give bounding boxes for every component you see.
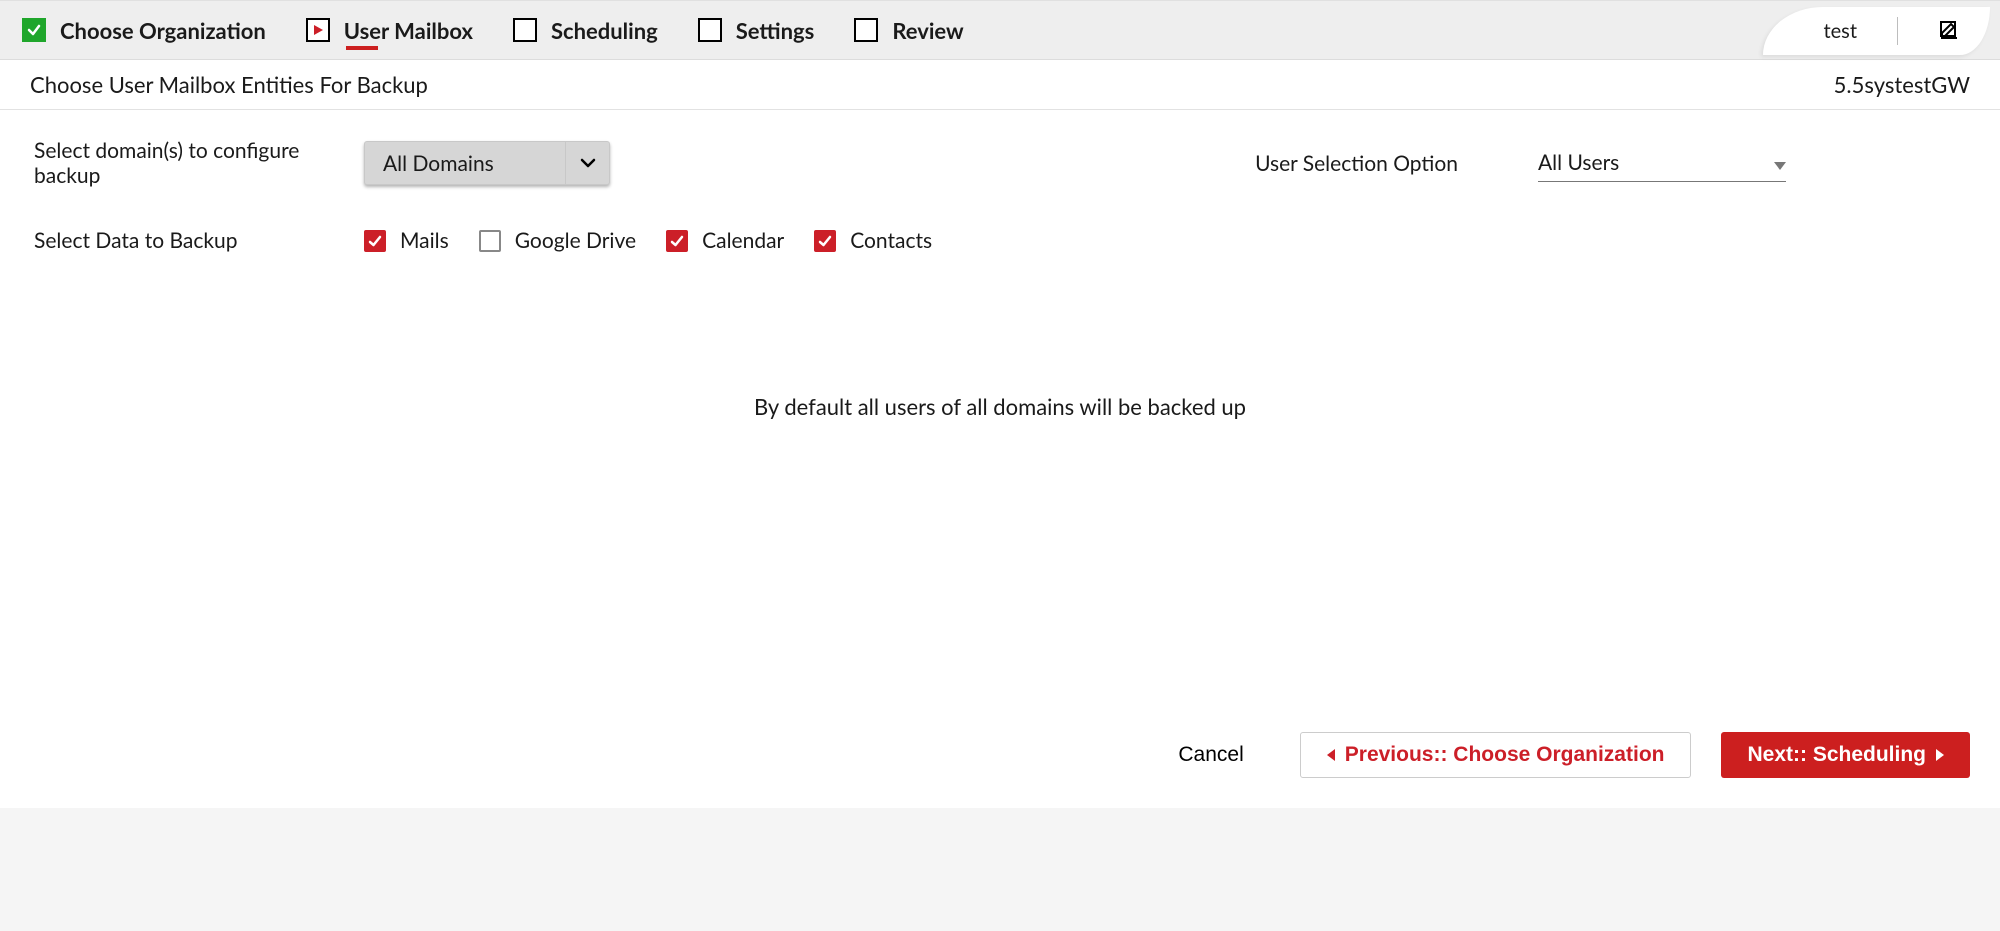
check-google-drive[interactable]: Google Drive — [479, 228, 636, 253]
page-title: Choose User Mailbox Entities For Backup — [30, 71, 428, 98]
default-note: By default all users of all domains will… — [34, 393, 1966, 420]
step-review[interactable]: Review — [854, 17, 963, 44]
check-label: Google Drive — [515, 228, 636, 253]
empty-box-icon — [698, 18, 722, 42]
check-contacts[interactable]: Contacts — [814, 228, 932, 253]
step-scheduling[interactable]: Scheduling — [513, 17, 658, 44]
empty-box-icon — [513, 18, 537, 42]
instance-id: 5.5systestGW — [1834, 71, 1970, 98]
step-user-mailbox[interactable]: User Mailbox — [306, 17, 473, 44]
step-label: Choose Organization — [60, 17, 266, 44]
chevron-left-icon — [1327, 743, 1335, 767]
instance-tab: test — [1763, 1, 1990, 61]
chevron-down-icon — [565, 142, 609, 184]
check-calendar[interactable]: Calendar — [666, 228, 784, 253]
cancel-button[interactable]: Cancel — [1152, 732, 1269, 778]
checkbox-icon — [479, 230, 501, 252]
checkbox-icon — [666, 230, 688, 252]
next-button[interactable]: Next:: Scheduling — [1721, 732, 1970, 778]
check-label: Contacts — [850, 228, 932, 253]
footer: Cancel Previous:: Choose Organization Ne… — [0, 710, 2000, 808]
checkbox-icon — [814, 230, 836, 252]
next-label: Next:: Scheduling — [1747, 743, 1926, 767]
previous-button[interactable]: Previous:: Choose Organization — [1300, 732, 1692, 778]
steps-bar: Choose Organization User Mailbox Schedul… — [0, 0, 2000, 60]
domain-dropdown[interactable]: All Domains — [364, 141, 610, 185]
domain-value: All Domains — [383, 151, 494, 176]
empty-box-icon — [854, 18, 878, 42]
user-selection-dropdown[interactable]: All Users — [1538, 144, 1786, 182]
step-label: Settings — [736, 17, 815, 44]
step-label: User Mailbox — [344, 17, 473, 44]
edit-icon[interactable] — [1938, 18, 1960, 45]
step-choose-organization[interactable]: Choose Organization — [22, 17, 266, 44]
check-mails[interactable]: Mails — [364, 228, 449, 253]
previous-label: Previous:: Choose Organization — [1345, 743, 1665, 767]
play-icon — [306, 18, 330, 42]
step-settings[interactable]: Settings — [698, 17, 815, 44]
active-underline — [346, 46, 378, 50]
check-label: Calendar — [702, 228, 784, 253]
step-label: Scheduling — [551, 17, 658, 44]
chevron-right-icon — [1936, 743, 1944, 767]
instance-name: test — [1823, 19, 1857, 43]
main-panel: Select domain(s) to configure backup All… — [0, 110, 2000, 710]
cancel-label: Cancel — [1178, 743, 1243, 767]
subheader: Choose User Mailbox Entities For Backup … — [0, 60, 2000, 110]
user-selection-label: User Selection Option — [1255, 151, 1458, 176]
checkbox-icon — [364, 230, 386, 252]
domain-label: Select domain(s) to configure backup — [34, 138, 364, 188]
data-label: Select Data to Backup — [34, 228, 364, 253]
triangle-down-icon — [1774, 150, 1786, 175]
checkmark-icon — [22, 18, 46, 42]
divider — [1897, 17, 1898, 45]
step-label: Review — [892, 17, 963, 44]
check-label: Mails — [400, 228, 449, 253]
user-selection-value: All Users — [1538, 150, 1619, 175]
